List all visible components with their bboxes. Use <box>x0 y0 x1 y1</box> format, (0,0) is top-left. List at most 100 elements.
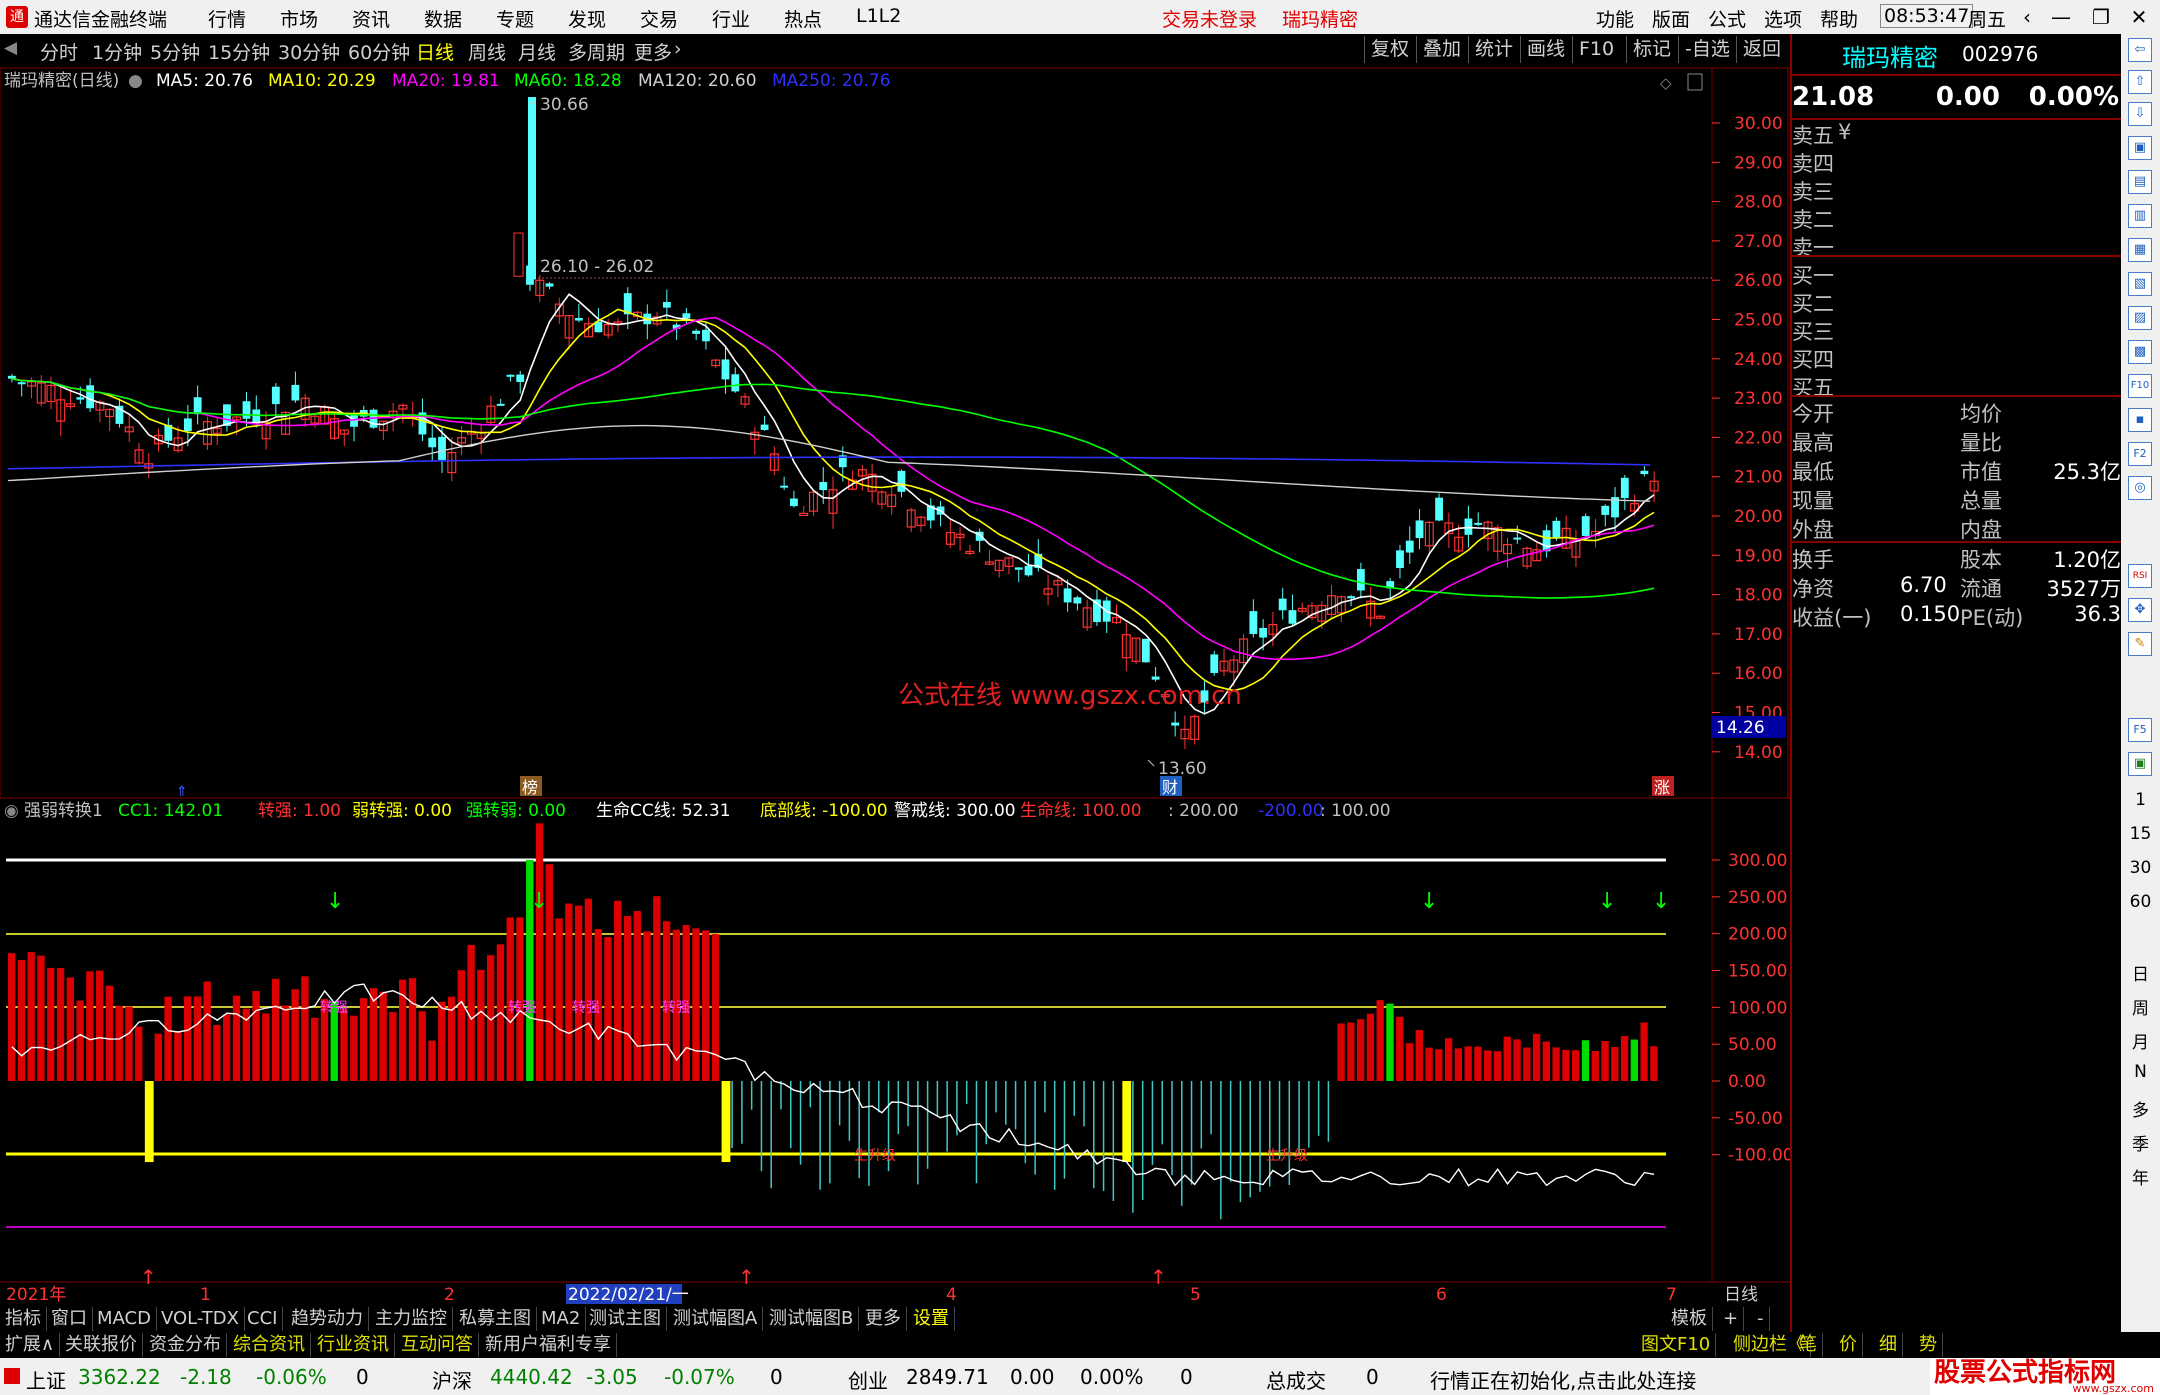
tab-jia[interactable]: 价 <box>1834 1333 1863 1357</box>
btn-huaxian[interactable]: 画线 <box>1520 36 1571 63</box>
doc-icon[interactable]: ▪ <box>2128 408 2152 432</box>
tab-settings[interactable]: 设置 <box>908 1307 955 1331</box>
tab-bi[interactable]: 笔 <box>1794 1333 1823 1357</box>
tab-fenshi[interactable]: 分时 <box>40 38 78 65</box>
bar-icon[interactable]: ▥ <box>2128 204 2152 228</box>
target-icon[interactable]: ◎ <box>2128 476 2152 500</box>
tab-hudong[interactable]: 互动问答 <box>396 1333 479 1357</box>
rsi-icon[interactable]: RSI <box>2128 564 2152 588</box>
indicator-dot-icon[interactable]: ◉ <box>4 801 19 821</box>
nav-down-icon[interactable]: ⇩ <box>2128 102 2152 126</box>
grid-icon[interactable]: ▧ <box>2128 272 2152 296</box>
pen-icon[interactable]: ✎ <box>2128 632 2152 656</box>
menu-gongshi[interactable]: 公式 <box>1708 5 1746 32</box>
stock-title[interactable]: 瑞玛精密(日线) <box>4 71 119 91</box>
marker-zhang[interactable]: 涨 <box>1654 778 1670 797</box>
f5-icon[interactable]: F5 <box>2128 718 2152 742</box>
indicator-name[interactable]: 强弱转换1 <box>24 801 103 821</box>
menu-redian[interactable]: 热点 <box>784 5 822 32</box>
tab-vol[interactable]: VOL-TDX <box>156 1307 245 1331</box>
tab-template[interactable]: 模板 <box>1666 1307 1713 1331</box>
chart-icon[interactable]: ▣ <box>2128 136 2152 160</box>
period-60[interactable]: 60 <box>2121 892 2160 912</box>
sh-name[interactable]: 上证 <box>26 1365 66 1394</box>
tab-multi[interactable]: 多周期 <box>568 38 625 65</box>
period-1[interactable]: 1 <box>2121 790 2160 810</box>
tab-hangye[interactable]: 行业资讯 <box>312 1333 395 1357</box>
tab-simu[interactable]: 私募主图 <box>454 1307 537 1331</box>
menu-zhuanti[interactable]: 专题 <box>496 5 534 32</box>
btn-tongji[interactable]: 统计 <box>1468 36 1519 63</box>
menu-banmian[interactable]: 版面 <box>1652 5 1690 32</box>
marker-cai[interactable]: 财 <box>1162 778 1178 797</box>
tab-ceshi-b[interactable]: 测试幅图B <box>764 1307 860 1331</box>
tab-qushi[interactable]: 趋势动力 <box>286 1307 369 1331</box>
list-icon[interactable]: ▤ <box>2128 170 2152 194</box>
collapse-icon[interactable]: ◀ <box>4 38 17 58</box>
menu-gongneng[interactable]: 功能 <box>1596 5 1634 32</box>
btn-zixuan[interactable]: -自选 <box>1678 36 1736 63</box>
period-season[interactable]: 季 <box>2121 1130 2160 1155</box>
period-day[interactable]: 日 <box>2121 960 2160 985</box>
tab-60min[interactable]: 60分钟 <box>348 38 410 65</box>
hs-name[interactable]: 沪深 <box>432 1365 472 1394</box>
nav-up-icon[interactable]: ⇧ <box>2128 70 2152 94</box>
period-year[interactable]: 年 <box>2121 1164 2160 1189</box>
diamond-icon[interactable]: ◇ <box>1660 74 1672 92</box>
tab-daily[interactable]: 日线 <box>416 38 454 65</box>
btn-fanhui[interactable]: 返回 <box>1736 36 1787 63</box>
tab-monthly[interactable]: 月线 <box>518 38 556 65</box>
tab-chuangkou[interactable]: 窗口 <box>46 1307 93 1331</box>
cy-name[interactable]: 创业 <box>848 1365 888 1394</box>
tab-more-ind[interactable]: 更多 <box>860 1307 907 1331</box>
xaxis-period[interactable]: 日线 <box>1724 1285 1758 1305</box>
tab-zhuli[interactable]: 主力监控 <box>370 1307 453 1331</box>
move-icon[interactable]: ✥ <box>2128 598 2152 622</box>
menu-shuju[interactable]: 数据 <box>424 5 462 32</box>
add-button[interactable]: + <box>1718 1307 1745 1331</box>
tab-cci[interactable]: CCI <box>242 1307 284 1331</box>
btn-fuquan[interactable]: 复权 <box>1364 36 1415 63</box>
tab-macd[interactable]: MACD <box>92 1307 157 1331</box>
close-icon[interactable]: ✕ <box>2122 3 2156 31</box>
tab-zonghe[interactable]: 综合资讯 <box>228 1333 311 1357</box>
more-chevron-icon[interactable]: › <box>674 38 682 60</box>
stock-link[interactable]: 瑞玛精密 <box>1282 5 1358 32</box>
f2-icon[interactable]: F2 <box>2128 442 2152 466</box>
period-n[interactable]: N <box>2121 1062 2160 1082</box>
status-message[interactable]: 行情正在初始化,点击此处连接 <box>1430 1365 1696 1394</box>
btn-diejia[interactable]: 叠加 <box>1416 36 1467 63</box>
f10-icon[interactable]: F10 <box>2128 374 2152 398</box>
trade-status[interactable]: 交易未登录 <box>1162 5 1257 32</box>
menu-jiaoyi[interactable]: 交易 <box>640 5 678 32</box>
tab-guanlian[interactable]: 关联报价 <box>60 1333 143 1357</box>
restore-icon[interactable]: ❐ <box>2084 3 2118 31</box>
settings-dot-icon[interactable]: ● <box>128 71 143 91</box>
tab-weekly[interactable]: 周线 <box>468 38 506 65</box>
quote-name[interactable]: 瑞玛精密 <box>1842 38 1938 73</box>
period-month[interactable]: 月 <box>2121 1028 2160 1053</box>
period-15[interactable]: 15 <box>2121 824 2160 844</box>
menu-zixun[interactable]: 资讯 <box>352 5 390 32</box>
tab-30min[interactable]: 30分钟 <box>278 38 340 65</box>
menu-hangye[interactable]: 行业 <box>712 5 750 32</box>
period-week[interactable]: 周 <box>2121 994 2160 1019</box>
menu-l1l2[interactable]: L1L2 <box>856 5 901 27</box>
tab-zhibiao[interactable]: 指标 <box>0 1307 47 1331</box>
back-icon[interactable]: ‹ <box>2010 3 2044 31</box>
remove-button[interactable]: - <box>1752 1307 1770 1331</box>
tab-ceshi-a[interactable]: 测试幅图A <box>668 1307 764 1331</box>
tab-xi[interactable]: 细 <box>1874 1333 1903 1357</box>
tab-xinyonghu[interactable]: 新用户福利专享 <box>480 1333 617 1357</box>
tab-tuwen-f10[interactable]: 图文F10 <box>1636 1333 1717 1357</box>
tab-expand[interactable]: 扩展∧ <box>0 1333 61 1357</box>
green-icon[interactable]: ▣ <box>2128 752 2152 776</box>
tab-ma2[interactable]: MA2 <box>536 1307 587 1331</box>
tab-1min[interactable]: 1分钟 <box>92 38 142 65</box>
table-icon[interactable]: ▨ <box>2128 306 2152 330</box>
marker-bang[interactable]: 榜 <box>522 778 538 797</box>
minimize-icon[interactable]: — <box>2044 3 2078 31</box>
tab-15min[interactable]: 15分钟 <box>208 38 270 65</box>
btn-biaoji[interactable]: 标记 <box>1626 36 1677 63</box>
line-icon[interactable]: ▦ <box>2128 238 2152 262</box>
